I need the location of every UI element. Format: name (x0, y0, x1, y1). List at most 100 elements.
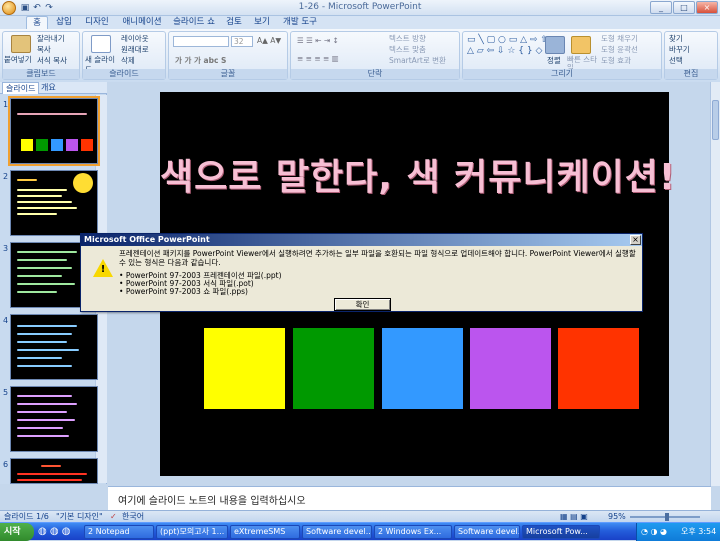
green-swatch[interactable] (293, 328, 374, 409)
yellow-swatch[interactable] (204, 328, 285, 409)
shapes-gallery-row-2[interactable]: △ ▱ ⇦ ⇩ ☆ { } ◇ (467, 46, 542, 56)
task-software-dev-1[interactable]: Software devel... (302, 525, 372, 539)
font-size-field[interactable]: 32 (231, 36, 253, 47)
thumb-line (17, 189, 67, 191)
panel-tabs: 슬라이드 개요 (0, 82, 107, 94)
reset-button[interactable]: 원래대로 (121, 45, 149, 55)
tab-review[interactable]: 검토 (222, 16, 246, 29)
font-name-field[interactable] (173, 36, 229, 47)
tab-slides[interactable]: 슬라이드 (2, 82, 40, 94)
cut-button[interactable]: 잘라내기 (37, 34, 65, 44)
red-swatch[interactable] (558, 328, 639, 409)
minimize-button[interactable]: _ (650, 1, 672, 14)
task-windows-explorer[interactable]: 2 Windows Ex... (374, 525, 452, 539)
align-icons[interactable]: ≡ ≡ ≡ ≡ ▥ (297, 54, 339, 64)
dialog-title: Microsoft Office PowerPoint (81, 234, 642, 246)
thumb-line (17, 325, 77, 327)
status-bar: 슬라이드 1/6 "기본 디자인" ✓ 한국어 ▦ ▤ ▣ 95% (0, 510, 720, 522)
task-powerpoint[interactable]: Microsoft Pow... (522, 525, 600, 539)
scroll-thumb[interactable] (712, 100, 719, 140)
slide-number: 1 (3, 100, 9, 109)
thumb-line (17, 283, 75, 285)
tab-animation[interactable]: 애니메이션 (118, 16, 166, 29)
layout-button[interactable]: 레이아웃 (121, 34, 149, 44)
font-group: 32 A▲ A▼ 가 가 가 abc S 글꼴 (168, 31, 288, 80)
tab-outline[interactable]: 개요 (38, 82, 59, 94)
ok-button[interactable]: 확인 (334, 298, 391, 311)
smartart-button[interactable]: SmartArt로 변환 (389, 56, 446, 66)
thumb-swatch (51, 139, 63, 151)
format-item-label: PowerPoint 97-2003 쇼 파일(.pps) (125, 287, 248, 296)
zoom-slider-handle[interactable] (665, 513, 669, 521)
thumb-line (17, 201, 72, 203)
slide-thumbnail-1[interactable] (8, 96, 100, 166)
task-software-dev-2[interactable]: Software devel... (454, 525, 520, 539)
notes-pane[interactable]: 여기에 슬라이드 노트의 내용을 입력하십시오 (108, 486, 711, 510)
slide-title[interactable]: 색으로 말한다, 색 커뮤니케이션! (160, 148, 675, 200)
arrange-button[interactable]: 정렬 (547, 56, 561, 66)
thumb-line (17, 213, 57, 215)
copy-button[interactable]: 복사 (37, 45, 51, 55)
quick-launch-icons[interactable]: ◍ ◍ ◍ (38, 526, 71, 537)
window-title: 1-26 - Microsoft PowerPoint (298, 2, 422, 12)
thumb-line (41, 465, 61, 467)
list-icons[interactable]: ☰ ☰ ⇤ ⇥ ↕ (297, 36, 339, 46)
thumb-line (17, 207, 77, 209)
purple-swatch[interactable] (470, 328, 551, 409)
task-ppt-exam[interactable]: (ppt)모의고사 1... (156, 525, 228, 539)
replace-button[interactable]: 바꾸기 (669, 45, 690, 55)
thumb-line (17, 357, 62, 359)
close-button[interactable]: × (696, 1, 718, 14)
thumb-line (17, 411, 67, 413)
thumb-line (17, 349, 79, 351)
tab-slideshow[interactable]: 슬라이드 쇼 (170, 16, 218, 29)
system-tray: ◔ ◑ ◕ 오후 3:54 (636, 523, 720, 541)
quick-styles-icon[interactable] (571, 36, 591, 54)
slide-thumbnail-2[interactable] (10, 170, 98, 236)
shape-fill-button[interactable]: 도형 채우기 (601, 34, 638, 44)
select-button[interactable]: 선택 (669, 56, 683, 66)
thumb-line (17, 267, 72, 269)
maximize-button[interactable]: □ (673, 1, 695, 14)
editor-scrollbar[interactable] (710, 82, 720, 486)
start-button[interactable]: 시작 (0, 523, 34, 541)
thumb-line (17, 291, 57, 293)
thumb-sun (73, 173, 93, 193)
tab-design[interactable]: 디자인 (80, 16, 114, 29)
task-notepad[interactable]: 2 Notepad (84, 525, 154, 539)
slide-thumbnail-4[interactable] (10, 314, 98, 380)
blue-swatch[interactable] (382, 328, 463, 409)
paragraph-group-title: 단락 (291, 69, 459, 79)
tab-home[interactable]: 홈 (26, 16, 48, 29)
paste-icon[interactable] (11, 35, 31, 53)
align-text-button[interactable]: 텍스트 맞춤 (389, 45, 426, 55)
task-extremesms[interactable]: eXtremeSMS (230, 525, 300, 539)
slides-group: 새 슬라이드 레이아웃 원래대로 삭제 슬라이드 (82, 31, 166, 80)
font-style-buttons[interactable]: 가 가 가 abc S (175, 56, 226, 66)
delete-slide-button[interactable]: 삭제 (121, 56, 135, 66)
thumb-line (17, 333, 72, 335)
arrange-icon[interactable] (545, 36, 565, 54)
tray-icons[interactable]: ◔ ◑ ◕ (641, 523, 667, 541)
slide-number: 4 (3, 316, 9, 325)
thumb-swatch (81, 139, 93, 151)
new-slide-icon[interactable] (91, 35, 111, 53)
dialog-close-button[interactable]: × (630, 235, 641, 245)
tab-view[interactable]: 보기 (250, 16, 274, 29)
tab-developer[interactable]: 개발 도구 (280, 16, 320, 29)
slide-thumbnail-6[interactable] (10, 458, 98, 484)
thumb-line (17, 341, 67, 343)
thumb-line (17, 427, 63, 429)
find-button[interactable]: 찾기 (669, 34, 683, 44)
tab-insert[interactable]: 삽입 (52, 16, 76, 29)
shapes-gallery[interactable]: ▭ ╲ ▢ ○ ▭ △ ⇨ ⇧ (467, 35, 548, 45)
format-painter-button[interactable]: 서식 복사 (37, 56, 67, 66)
slide-thumbnail-5[interactable] (10, 386, 98, 452)
text-direction-button[interactable]: 텍스트 방향 (389, 34, 426, 44)
shape-effects-button[interactable]: 도형 효과 (601, 56, 631, 66)
paste-button[interactable]: 붙여넣기 (4, 55, 32, 65)
grow-font-icon[interactable]: A▲ A▼ (257, 36, 281, 46)
shape-outline-button[interactable]: 도형 윤곽선 (601, 45, 638, 55)
title-bar: ▣ ↶ ↷ 1-26 - Microsoft PowerPoint _ □ × (0, 0, 720, 16)
thumb-swatch (36, 139, 48, 151)
